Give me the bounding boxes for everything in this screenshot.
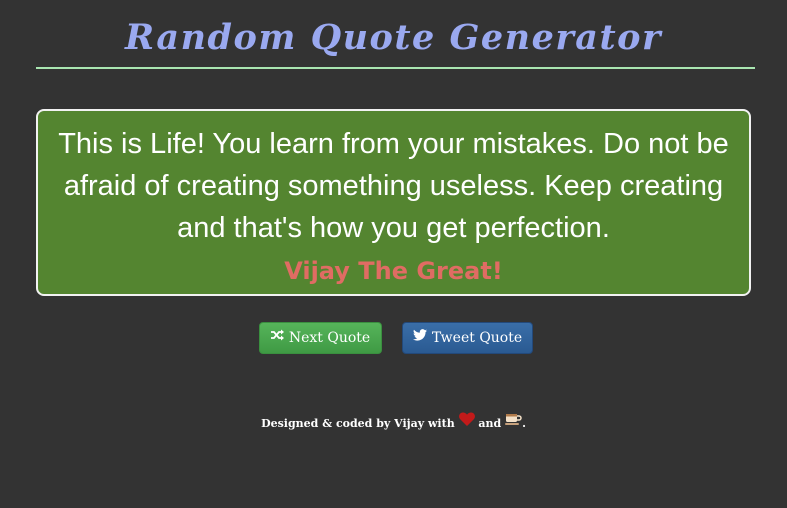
heart-icon [458, 412, 475, 432]
quote-author: Vijay The Great! [284, 257, 503, 285]
footer-suffix: . [522, 417, 526, 430]
twitter-icon [412, 322, 427, 352]
quote-text: This is Life! You learn from your mistak… [58, 128, 729, 244]
footer-credit: Designed & coded by Vijay with and . [0, 412, 787, 434]
coffee-icon [505, 413, 522, 432]
tweet-quote-button[interactable]: Tweet Quote [402, 322, 533, 354]
footer-prefix: Designed & coded by Vijay with [261, 417, 455, 430]
next-quote-label: Next Quote [288, 330, 371, 346]
tweet-quote-label: Tweet Quote [431, 330, 523, 346]
quote-box: This is Life! You learn from your mistak… [36, 109, 751, 296]
title-divider [36, 67, 755, 69]
next-quote-button[interactable]: Next Quote [259, 322, 382, 354]
shuffle-icon [270, 322, 284, 352]
page-title: Random Quote Generator [125, 17, 662, 58]
footer-and: and [478, 417, 502, 430]
